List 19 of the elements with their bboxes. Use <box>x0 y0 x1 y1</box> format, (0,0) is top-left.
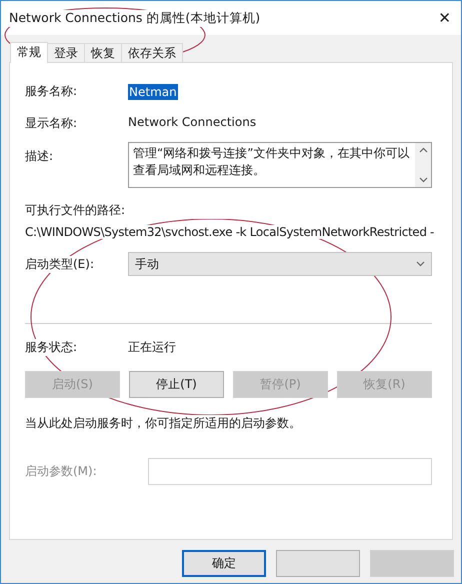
path-text: C:\WINDOWS\System32\svchost.exe -k LocalSystemNetworkRestricted - <box>25 225 434 239</box>
close-button[interactable]: ✕ <box>438 9 451 27</box>
description-box[interactable]: 管理“网络和拨号连接”文件夹中对象，在其中你可以查看局域网和远程连接。 <box>128 142 432 188</box>
field-value: Netman <box>128 84 178 100</box>
dialog-button[interactable]: 确定 <box>182 550 266 577</box>
field-label: 显示名称: <box>25 115 78 132</box>
service-button[interactable]: 停止(T) <box>129 371 224 398</box>
startup-type-dropdown[interactable]: 手动 <box>128 252 432 276</box>
field-value: 正在运行 <box>128 339 176 356</box>
field-label: 服务名称: <box>25 83 78 100</box>
scroll-down-icon[interactable] <box>418 177 428 183</box>
field-label: 启动参数(M): <box>25 463 97 480</box>
scroll-up-icon[interactable] <box>418 147 428 153</box>
dialog-button[interactable] <box>276 550 360 577</box>
chevron-down-icon <box>416 261 425 267</box>
field-value: Network Connections <box>128 115 256 129</box>
field-label: 描述: <box>25 148 54 165</box>
field-label: 启动类型(E): <box>25 256 94 272</box>
field-label: 服务状态: <box>25 339 78 356</box>
